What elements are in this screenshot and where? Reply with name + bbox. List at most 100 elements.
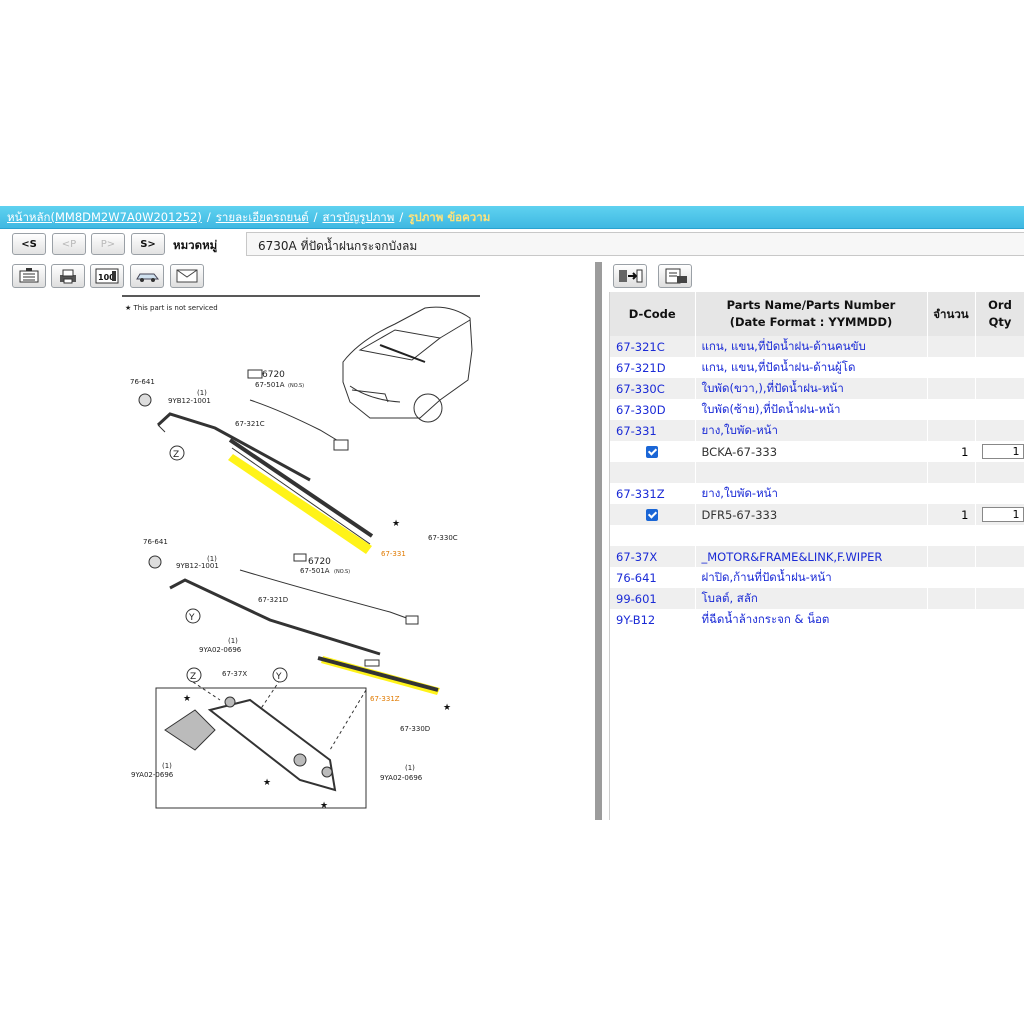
callout-67-501a: 67-501A [255,381,285,389]
next-page-button[interactable]: P> [91,233,125,255]
callout-y-2: Y [275,672,282,682]
part-name-cell[interactable]: _MOTOR&FRAME&LINK,F.WIPER [695,546,928,567]
header-order-qty[interactable]: Ord Qty [975,292,1024,336]
table-row[interactable]: 67-330D ใบพัด(ซ้าย),ที่ปัดน้ำฝน-หน้า [610,399,1024,420]
qty-cell [927,483,976,504]
select-cell[interactable] [610,441,696,462]
dcode-cell[interactable]: 67-321C [610,336,696,357]
callout-67-330c: 67-330C [428,534,458,542]
prev-page-button[interactable]: <P [52,233,86,255]
select-cell[interactable] [610,504,696,525]
header-quantity[interactable]: จำนวน [927,292,976,336]
qty-cell [927,609,976,630]
dcode-cell[interactable]: 67-331Z [610,483,696,504]
part-name-cell[interactable]: ยาง,ใบพัด-หน้า [695,420,928,441]
order-qty-input[interactable]: 1 [981,444,1024,459]
part-name-cell[interactable]: แกน, แขน,ที่ปัดน้ำฝน-ด้านคนขับ [695,336,928,357]
order-qty-cell [975,357,1024,378]
dcode-cell[interactable]: 67-37X [610,546,696,567]
callout-6720-b: 6720 [308,557,331,567]
dcode-cell[interactable]: 99-601 [610,588,696,609]
part-name-cell[interactable]: โบลต์, สลัก [695,588,928,609]
dcode-cell[interactable]: 67-330D [610,399,696,420]
breadcrumb-index-link[interactable]: สารบัญรูปภาพ [322,210,394,224]
part-name-cell[interactable]: แกน, แขน,ที่ปัดน้ำฝน-ด้านผู้โด [695,357,928,378]
highlight-67-331 [228,454,372,554]
order-qty-input[interactable]: 1 [981,507,1024,522]
callout-76-641-b: 76-641 [143,538,168,546]
part-name-cell[interactable]: ที่ฉีดน้ำล้างกระจก & น็อต [695,609,928,630]
callout-67-321c: 67-321C [235,420,265,428]
parts-catalog-app: หน้าหลัก(MM8DM2W7A0W201252) / รายละเอียดรถ… [0,206,1024,820]
panel-splitter[interactable] [595,262,602,820]
order-qty-cell: 1 [975,504,1024,525]
header-dcode[interactable]: D-Code [610,292,696,336]
callout-6720: 6720 [262,370,285,380]
table-row[interactable]: 76-641 ฝาปิด,ก้านที่ปัดน้ำฝน-หน้า [610,567,1024,588]
callout-1: (1) [197,389,207,397]
breadcrumb-home-link[interactable]: หน้าหลัก(MM8DM2W7A0W201252) [7,210,202,224]
callout-nos-b: (NO.S) [334,569,350,575]
breadcrumb-separator: / [313,210,318,224]
table-row[interactable]: 99-601 โบลต์, สลัก [610,588,1024,609]
table-row[interactable]: 67-321C แกน, แขน,ที่ปัดน้ำฝน-ด้านคนขับ [610,336,1024,357]
header-ord-line2: Qty [988,315,1012,329]
order-qty-cell [975,378,1024,399]
header-parts-name-line1: Parts Name/Parts Number [726,298,896,312]
select-checkbox[interactable] [646,446,659,458]
vehicle-button[interactable] [130,264,164,288]
parts-diagram[interactable]: ★ This part is not serviced Z Y Z Y 76-6… [0,290,594,820]
part-name-cell[interactable]: ใบพัด(ซ้าย),ที่ปัดน้ำฝน-หน้า [695,399,928,420]
callout-1-e: (1) [405,764,415,772]
callout-9ya02-b: 9YA02-0696 [131,771,174,779]
empty-cell [695,525,928,546]
mail-button[interactable] [170,264,204,288]
table-row-spacer [610,525,1024,546]
table-row[interactable]: 67-37X _MOTOR&FRAME&LINK,F.WIPER [610,546,1024,567]
callout-67-321d: 67-321D [258,596,288,604]
breadcrumb-vehicle-link[interactable]: รายละเอียดรถยนต์ [216,210,309,224]
breadcrumb: หน้าหลัก(MM8DM2W7A0W201252) / รายละเอียดรถ… [7,209,490,227]
print-button[interactable] [51,264,85,288]
table-row-part-number[interactable]: BCKA-67-333 1 1 [610,441,1024,462]
part-name-cell[interactable]: ยาง,ใบพัด-หน้า [695,483,928,504]
empty-cell [695,462,928,483]
qty-cell [927,588,976,609]
part-number-cell: BCKA-67-333 [695,441,928,462]
export-button[interactable] [613,264,647,288]
first-section-button[interactable]: <S [12,233,46,255]
qty-cell [927,420,976,441]
order-qty-cell: 1 [975,441,1024,462]
dcode-cell[interactable]: 67-321D [610,357,696,378]
header-parts-name[interactable]: Parts Name/Parts Number (Date Format : YY… [695,292,928,336]
table-row[interactable]: 9Y-B12 ที่ฉีดน้ำล้างกระจก & น็อต [610,609,1024,630]
dcode-cell[interactable]: 67-330C [610,378,696,399]
qty-cell [927,546,976,567]
zoom-100-button[interactable]: 100 [90,264,124,288]
table-row[interactable]: 67-331 ยาง,ใบพัด-หน้า [610,420,1024,441]
callout-67-37x: 67-37X [222,670,247,678]
dcode-cell[interactable]: 76-641 [610,567,696,588]
callout-y: Y [188,613,195,623]
order-qty-cell [975,420,1024,441]
dcode-cell[interactable]: 9Y-B12 [610,609,696,630]
callout-67-501a-b: 67-501A [300,567,330,575]
table-row[interactable]: 67-321D แกน, แขน,ที่ปัดน้ำฝน-ด้านผู้โด [610,357,1024,378]
callout-nos: (NO.S) [288,383,304,389]
part-name-cell[interactable]: ใบพัด(ขวา,),ที่ปัดน้ำฝน-หน้า [695,378,928,399]
print-list-button[interactable] [658,264,692,288]
breadcrumb-bar: หน้าหลัก(MM8DM2W7A0W201252) / รายละเอียดรถ… [0,206,1024,229]
next-section-button[interactable]: S> [131,233,165,255]
order-qty-cell [975,588,1024,609]
breadcrumb-current: รูปภาพ ข้อความ [408,210,491,224]
svg-text:★: ★ [320,801,328,811]
callout-67-330d: 67-330D [400,725,430,733]
table-row[interactable]: 67-331Z ยาง,ใบพัด-หน้า [610,483,1024,504]
dcode-cell[interactable]: 67-331 [610,420,696,441]
empty-cell [927,462,976,483]
table-row-part-number[interactable]: DFR5-67-333 1 1 [610,504,1024,525]
part-name-cell[interactable]: ฝาปิด,ก้านที่ปัดน้ำฝน-หน้า [695,567,928,588]
list-button[interactable] [12,264,46,288]
select-checkbox[interactable] [646,509,659,521]
table-row[interactable]: 67-330C ใบพัด(ขวา,),ที่ปัดน้ำฝน-หน้า [610,378,1024,399]
